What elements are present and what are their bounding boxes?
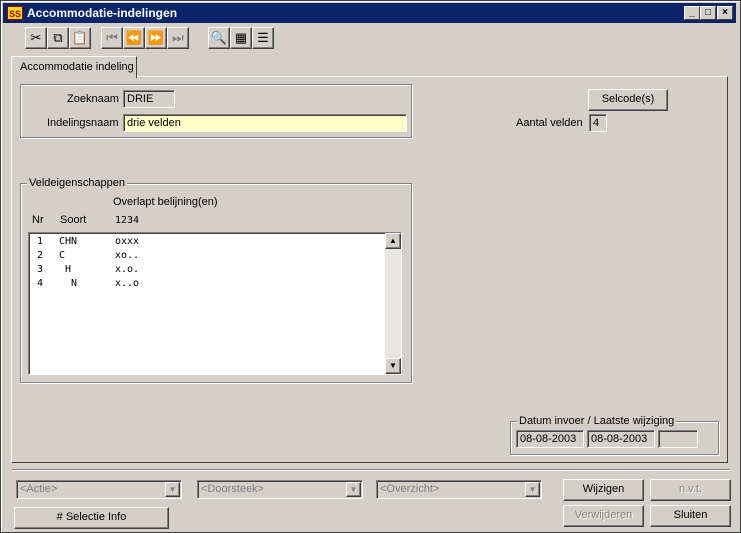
selectie-info-button[interactable]: # Selectie Info	[14, 507, 169, 529]
list-item-soort: C	[59, 250, 66, 261]
col-digits-header: 1234	[115, 215, 140, 226]
overzicht-select[interactable]: <Overzicht> ▼	[376, 480, 542, 499]
last-record-icon[interactable]: ⏭	[167, 27, 189, 49]
verwijderen-button[interactable]: Verwijderen	[563, 505, 644, 527]
indelingsnaam-field[interactable]: drie velden	[123, 114, 407, 132]
vertical-scrollbar[interactable]: ▲ ▼	[385, 233, 401, 374]
list-item-nr: 3	[37, 264, 44, 275]
chevron-down-icon[interactable]: ▼	[525, 482, 540, 497]
actie-select-value: <Actie>	[20, 483, 58, 495]
doorsteek-select[interactable]: <Doorsteek> ▼	[197, 480, 363, 499]
datum-wijziging-field[interactable]: 08-08-2003	[587, 430, 655, 448]
overlap-header: Overlapt belijning(en)	[113, 196, 218, 208]
list-item-soort: CHN	[59, 236, 78, 247]
bottom-separator	[12, 469, 729, 471]
chevron-down-icon[interactable]: ▼	[346, 482, 361, 497]
next-record-icon[interactable]: ⏩	[145, 27, 167, 49]
col-soort-header: Soort	[60, 214, 87, 226]
list-item-overlap: xo..	[115, 250, 140, 261]
list-item-nr: 1	[37, 236, 44, 247]
list-item-soort: H	[59, 264, 72, 275]
list-item-overlap: x..o	[115, 278, 140, 289]
sluiten-button[interactable]: Sluiten	[650, 505, 731, 527]
datum-extra-field[interactable]	[658, 430, 698, 448]
zoeknaam-label: Zoeknaam	[67, 93, 119, 105]
search-icon[interactable]: 🔍	[208, 27, 230, 49]
indelingsnaam-label: Indelingsnaam	[47, 117, 119, 129]
datum-legend: Datum invoer / Laatste wijziging	[517, 415, 677, 427]
form-view-icon[interactable]: ☰	[252, 27, 274, 49]
window-title: Accommodatie-indelingen	[27, 6, 178, 20]
paste-icon[interactable]: 📋	[69, 27, 91, 49]
previous-record-icon[interactable]: ⏪	[123, 27, 145, 49]
list-item-overlap: x.o.	[115, 264, 140, 275]
col-nr-header: Nr	[32, 214, 44, 226]
overzicht-select-value: <Overzicht>	[380, 483, 440, 495]
chevron-down-icon[interactable]: ▼	[165, 482, 180, 497]
scroll-up-icon[interactable]: ▲	[385, 233, 401, 249]
list-item-soort: N	[59, 278, 78, 289]
datum-invoer-field[interactable]: 08-08-2003	[516, 430, 584, 448]
scroll-down-icon[interactable]: ▼	[385, 358, 401, 374]
doorsteek-select-value: <Doorsteek>	[201, 483, 264, 495]
wijzigen-button[interactable]: Wijzigen	[563, 479, 644, 501]
tab-accommodatie-indeling[interactable]: Accommodatie indeling	[11, 56, 137, 78]
veldeigenschappen-legend: Veldeigenschappen	[27, 177, 128, 189]
zoeknaam-field[interactable]: DRIE	[123, 90, 175, 108]
copy-icon[interactable]: ⧉	[47, 27, 69, 49]
minimize-icon[interactable]: _	[684, 6, 700, 20]
selcode-button[interactable]: Selcode(s)	[588, 89, 668, 111]
actie-select[interactable]: <Actie> ▼	[16, 480, 182, 499]
title-bar[interactable]: SS Accommodatie-indelingen _ □ ×	[3, 3, 736, 23]
list-item-overlap: oxxx	[115, 236, 140, 247]
cut-icon[interactable]: ✂	[25, 27, 47, 49]
nvt-button[interactable]: n.v.t.	[650, 479, 731, 501]
veld-list[interactable]: 1 CHN oxxx 2 Cxo.. 3 Hx.o. 4 Nx..o ▲ ▼	[28, 232, 402, 375]
aantal-velden-field[interactable]: 4	[589, 114, 607, 132]
aantal-velden-label: Aantal velden	[516, 117, 583, 129]
app-icon: SS	[7, 6, 23, 20]
table-view-icon[interactable]: ▦	[230, 27, 252, 49]
list-item-nr: 4	[37, 278, 44, 289]
maximize-icon[interactable]: □	[700, 6, 716, 20]
first-record-icon[interactable]: ⏮	[101, 27, 123, 49]
list-item-nr: 2	[37, 250, 44, 261]
close-icon[interactable]: ×	[717, 6, 733, 20]
